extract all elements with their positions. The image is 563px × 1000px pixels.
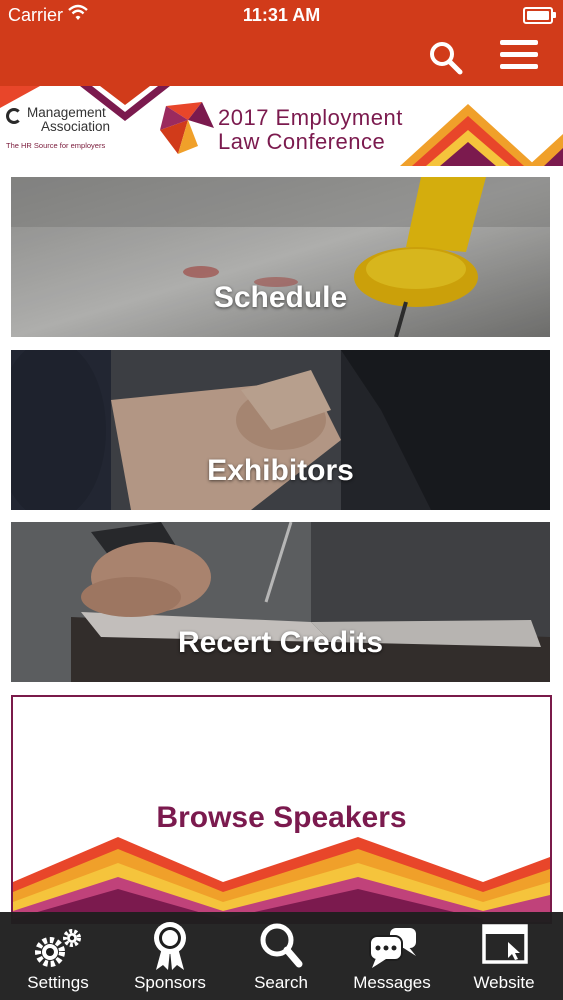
search-icon (260, 923, 303, 968)
speakers-chevron-decoration (13, 837, 550, 922)
tab-sponsors-label: Sponsors (134, 973, 206, 992)
tab-messages-label: Messages (353, 973, 431, 992)
battery-icon (523, 7, 556, 24)
tab-website-label: Website (473, 973, 535, 992)
browser-window-icon (482, 924, 528, 964)
conference-title: 2017 Employment Law Conference (218, 105, 403, 154)
tab-sponsors[interactable]: Sponsors (114, 912, 226, 1000)
bottom-tab-bar: Settings Sponsors Search Messages Websit… (0, 912, 563, 1000)
conference-logo-icon (160, 102, 214, 154)
recert-credits-tile[interactable]: Recert Credits (11, 522, 550, 682)
search-icon[interactable] (426, 38, 466, 78)
status-bar: Carrier 11:31 AM (0, 0, 563, 30)
tab-website[interactable]: Website (448, 912, 560, 1000)
schedule-tile[interactable]: Schedule (11, 177, 550, 337)
exhibitors-tile[interactable]: Exhibitors (11, 350, 550, 510)
exhibitors-label: Exhibitors (207, 454, 354, 487)
org-name: Management Association (27, 105, 111, 134)
ribbon-award-icon (154, 922, 186, 970)
clock: 11:31 AM (242, 5, 321, 25)
browse-speakers-label: Browse Speakers (156, 801, 407, 834)
tab-messages[interactable]: Messages (336, 912, 448, 1000)
ma-logo-icon (6, 108, 22, 124)
tab-search[interactable]: Search (225, 912, 337, 1000)
hamburger-menu-icon[interactable] (500, 40, 538, 76)
recert-credits-label: Recert Credits (177, 626, 384, 659)
tab-settings[interactable]: Settings (2, 912, 114, 1000)
browse-speakers-tile[interactable]: Browse Speakers (11, 695, 552, 924)
tab-settings-label: Settings (27, 973, 89, 992)
gears-icon (35, 929, 81, 967)
nav-bar (0, 30, 563, 86)
org-tagline: The HR Source for employers (6, 141, 106, 150)
chat-bubbles-icon (369, 928, 416, 968)
tab-search-label: Search (254, 973, 308, 992)
schedule-label: Schedule (213, 281, 348, 314)
